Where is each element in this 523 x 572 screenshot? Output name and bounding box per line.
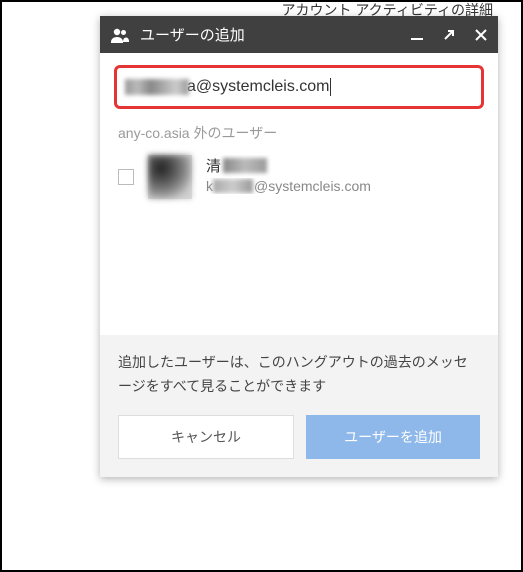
user-checkbox[interactable] xyxy=(118,169,134,185)
spacer xyxy=(100,205,498,335)
add-user-dialog: ユーザーの追加 a@systemcleis.com any-co.asia 外の… xyxy=(100,16,498,477)
user-suggestion-row[interactable]: 清 k@systemcleis.com xyxy=(100,153,498,205)
user-display-name: 清 xyxy=(206,155,480,176)
avatar xyxy=(148,155,192,199)
redacted-email-part xyxy=(213,179,253,193)
email-input-value: a@systemcleis.com xyxy=(187,78,330,95)
redacted-avatar xyxy=(148,155,192,199)
email-input[interactable]: a@systemcleis.com xyxy=(125,78,473,96)
close-button[interactable] xyxy=(474,28,488,42)
dialog-title: ユーザーの追加 xyxy=(140,24,400,45)
dialog-titlebar: ユーザーの追加 xyxy=(100,16,498,53)
footer-note: 追加したユーザーは、このハングアウトの過去のメッセージをすべて見ることができます xyxy=(118,351,480,399)
redacted-text xyxy=(125,79,189,95)
user-name-prefix: 清 xyxy=(206,155,221,176)
email-input-highlight: a@systemcleis.com xyxy=(114,65,484,109)
popout-button[interactable] xyxy=(442,28,456,42)
redacted-name xyxy=(223,158,267,173)
text-cursor xyxy=(330,78,331,96)
footer-buttons: キャンセル ユーザーを追加 xyxy=(118,415,480,459)
people-icon xyxy=(110,27,130,43)
add-user-button[interactable]: ユーザーを追加 xyxy=(306,415,480,459)
dialog-footer: 追加したユーザーは、このハングアウトの過去のメッセージをすべて見ることができます… xyxy=(100,335,498,477)
user-email: k@systemcleis.com xyxy=(206,178,480,194)
cancel-button[interactable]: キャンセル xyxy=(118,415,294,459)
external-user-section-label: any-co.asia 外のユーザー xyxy=(100,119,498,153)
user-email-domain: @systemcleis.com xyxy=(254,178,371,194)
titlebar-controls xyxy=(410,28,488,42)
user-info: 清 k@systemcleis.com xyxy=(206,155,480,194)
minimize-button[interactable] xyxy=(410,28,424,42)
